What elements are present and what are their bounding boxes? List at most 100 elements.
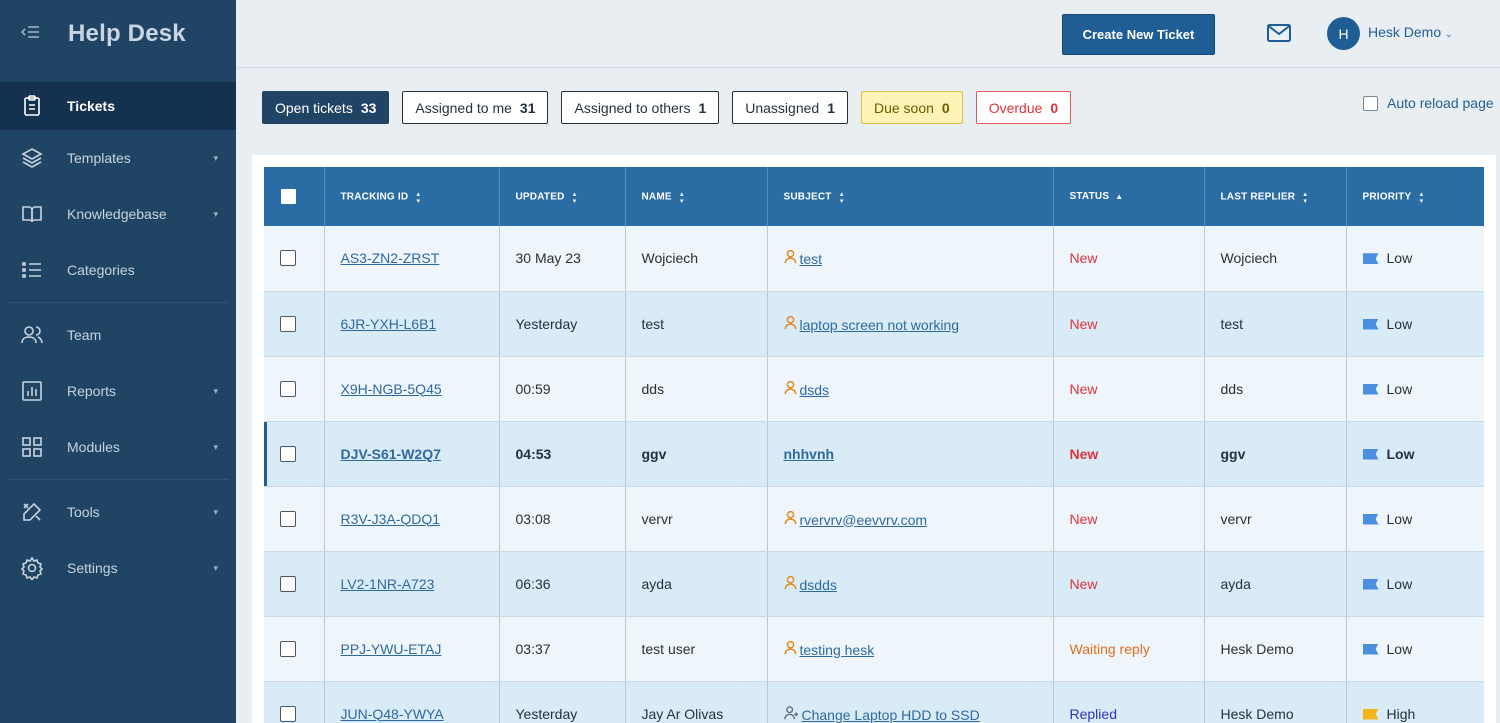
table-row[interactable]: 6JR-YXH-L6B1 Yesterday test laptop screen n…: [264, 291, 1484, 357]
column-header-label: UPDATED: [515, 191, 565, 203]
priority-flag-icon: [1362, 318, 1379, 330]
table-row[interactable]: X9H-NGB-5Q45 00:59 dds dsds New dds Low: [264, 356, 1484, 422]
app-title[interactable]: Help Desk: [68, 20, 186, 48]
column-header-updated[interactable]: UPDATED ▴▾: [499, 167, 626, 226]
chart-icon: [18, 377, 46, 405]
auto-reload-checkbox[interactable]: [1363, 95, 1378, 111]
updated-cell: 00:59: [499, 356, 626, 422]
subject-link[interactable]: laptop screen not working: [800, 317, 960, 333]
tracking-id-link[interactable]: R3V-J3A-QDQ1: [341, 511, 441, 527]
subject-cell: dsds: [767, 356, 1054, 422]
table-row[interactable]: R3V-J3A-QDQ1 03:08 vervr rvervrv@eevvrv.com…: [264, 486, 1484, 552]
status-cell: Replied: [1053, 681, 1205, 723]
subject-link[interactable]: test: [800, 251, 823, 267]
row-select-cell: [264, 291, 325, 357]
collapse-menu-icon[interactable]: [20, 24, 44, 45]
sidebar-item-tickets[interactable]: Tickets: [0, 82, 236, 130]
row-checkbox[interactable]: [280, 250, 296, 267]
priority-label: High: [1386, 705, 1416, 722]
filter-assigned-to-me[interactable]: Assigned to me 31: [402, 91, 549, 124]
sidebar-item-knowledgebase[interactable]: Knowledgebase ▾: [0, 186, 236, 242]
create-new-ticket-button[interactable]: Create New Ticket: [1062, 14, 1215, 55]
tracking-id-link[interactable]: JUN-Q48-YWYA: [341, 706, 444, 722]
row-checkbox[interactable]: [280, 640, 296, 657]
tracking-id-link[interactable]: AS3-ZN2-ZRST: [341, 250, 440, 266]
sidebar-item-templates[interactable]: Templates ▾: [0, 130, 236, 186]
subject-link[interactable]: nhhvnh: [784, 446, 835, 462]
table-row[interactable]: DJV-S61-W2Q7 04:53 ggv nhhvnh New ggv Low: [264, 421, 1484, 487]
last-replier-cell: dds: [1204, 356, 1347, 422]
column-header-subject[interactable]: SUBJECT ▴▾: [767, 167, 1054, 226]
row-checkbox[interactable]: [280, 705, 296, 722]
sidebar-item-label: Team: [67, 327, 102, 343]
auto-reload-toggle[interactable]: Auto reload page: [1363, 95, 1494, 111]
tracking-id-link[interactable]: 6JR-YXH-L6B1: [341, 316, 437, 332]
subject-link[interactable]: Change Laptop HDD to SSD: [802, 707, 980, 723]
avatar[interactable]: H: [1327, 17, 1360, 50]
tracking-id-cell: JUN-Q48-YWYA: [324, 681, 500, 723]
caret-down-icon: ▾: [213, 562, 218, 573]
subject-link[interactable]: rvervrv@eevvrv.com: [800, 512, 928, 528]
row-select-cell: [264, 226, 325, 292]
subject-link[interactable]: dsds: [800, 382, 830, 398]
priority-label: Low: [1386, 510, 1413, 527]
filter-overdue[interactable]: Overdue 0: [975, 91, 1072, 124]
user-menu[interactable]: Hesk Demo ⌄: [1368, 24, 1453, 40]
sort-icon[interactable]: ▴▾: [1417, 190, 1424, 204]
filter-due-soon[interactable]: Due soon 0: [860, 91, 963, 124]
sidebar-item-settings[interactable]: Settings ▾: [0, 540, 236, 596]
priority-label: Low: [1386, 250, 1413, 267]
users-icon: [18, 321, 46, 349]
sidebar-item-categories[interactable]: Categories: [0, 242, 236, 298]
filter-label: Unassigned: [745, 99, 820, 116]
subject-link[interactable]: dsdds: [800, 577, 837, 593]
table-row[interactable]: LV2-1NR-A723 06:36 ayda dsdds New ayda Low: [264, 551, 1484, 617]
sort-asc-icon[interactable]: ▲: [1115, 192, 1123, 201]
tracking-id-link[interactable]: X9H-NGB-5Q45: [341, 381, 442, 397]
sort-icon[interactable]: ▴▾: [571, 190, 578, 204]
filter-assigned-to-others[interactable]: Assigned to others 1: [561, 91, 720, 124]
sort-icon[interactable]: ▴▾: [414, 190, 421, 204]
tracking-id-link[interactable]: DJV-S61-W2Q7: [341, 446, 441, 462]
row-checkbox[interactable]: [280, 510, 296, 527]
column-header-name[interactable]: NAME ▴▾: [625, 167, 768, 226]
row-checkbox[interactable]: [280, 315, 296, 332]
sidebar-item-reports[interactable]: Reports ▾: [0, 363, 236, 419]
column-header-last-replier[interactable]: LAST REPLIER ▴▾: [1204, 167, 1347, 226]
filter-unassigned[interactable]: Unassigned 1: [732, 91, 848, 124]
subject-link[interactable]: testing hesk: [800, 642, 875, 658]
table-row[interactable]: AS3-ZN2-ZRST 30 May 23 Wojciech test New Wojc…: [264, 226, 1484, 292]
last-replier-cell: test: [1204, 291, 1347, 357]
tracking-id-cell: R3V-J3A-QDQ1: [324, 486, 500, 552]
select-all-checkbox[interactable]: [281, 189, 296, 204]
updated-cell: 03:08: [499, 486, 626, 552]
sort-icon[interactable]: ▴▾: [678, 190, 685, 204]
row-checkbox[interactable]: [280, 445, 296, 462]
select-all-cell: [264, 167, 325, 226]
table-row[interactable]: PPJ-YWU-ETAJ 03:37 test user testing hesk Wa…: [264, 616, 1484, 682]
user-icon: [784, 510, 797, 528]
sidebar-item-team[interactable]: Team: [0, 307, 236, 363]
sidebar-item-tools[interactable]: Tools ▾: [0, 484, 236, 540]
column-header-priority[interactable]: PRIORITY ▴▾: [1346, 167, 1484, 226]
row-select-cell: [264, 421, 325, 487]
column-header-label: PRIORITY: [1362, 191, 1412, 203]
filter-open-tickets[interactable]: Open tickets 33: [262, 91, 390, 124]
updated-cell: Yesterday: [499, 681, 626, 723]
column-header-status[interactable]: STATUS ▲: [1053, 167, 1205, 226]
priority-flag-icon: [1362, 513, 1379, 525]
filter-count: 1: [827, 99, 835, 116]
sidebar-divider: [8, 302, 228, 303]
status-cell: New: [1053, 356, 1205, 422]
table-row[interactable]: JUN-Q48-YWYA Yesterday Jay Ar Olivas Change…: [264, 681, 1484, 723]
tracking-id-link[interactable]: LV2-1NR-A723: [341, 576, 435, 592]
sidebar-item-modules[interactable]: Modules ▾: [0, 419, 236, 475]
sort-icon[interactable]: ▴▾: [838, 190, 845, 204]
mail-icon[interactable]: [1266, 22, 1292, 44]
column-header-tracking-id[interactable]: TRACKING ID ▴▾: [324, 167, 500, 226]
sort-icon[interactable]: ▴▾: [1301, 190, 1308, 204]
row-checkbox[interactable]: [280, 380, 296, 397]
tracking-id-link[interactable]: PPJ-YWU-ETAJ: [341, 641, 442, 657]
caret-down-icon: ▾: [213, 152, 218, 163]
row-checkbox[interactable]: [280, 575, 296, 592]
